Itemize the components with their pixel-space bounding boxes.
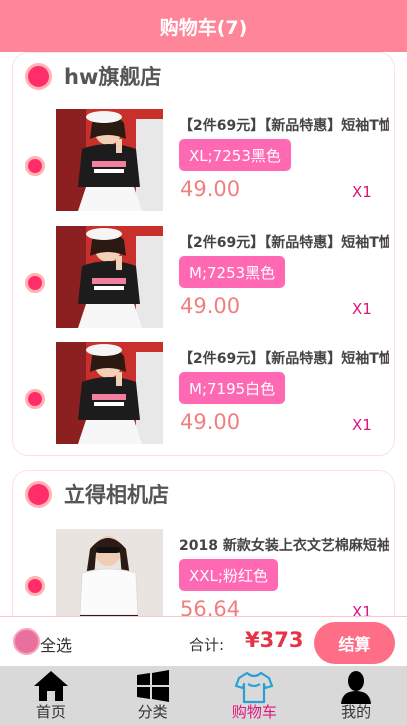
product-quantity: X1: [352, 300, 372, 318]
store-name: 立得相机店: [64, 483, 169, 507]
user-icon: [341, 671, 372, 704]
product-price: 49.00: [180, 294, 241, 318]
tab-label: 购物车: [231, 703, 277, 721]
shirt-icon: [235, 671, 274, 704]
cart-item[interactable]: 【2件69元】【新品特惠】短袖T恤女学生韩版 M;7253黑色 49.00 X1: [13, 226, 396, 334]
select-all-radio[interactable]: [13, 628, 40, 655]
product-price: 56.64: [180, 597, 241, 616]
product-quantity: X1: [352, 183, 372, 201]
tab-label: 我的: [341, 703, 372, 721]
cart-list[interactable]: hw旗舰店 【2件69元】【新品特惠】短袖T恤 XL;7253黑色 49.00 …: [0, 52, 407, 616]
total-label: 合计:: [189, 636, 225, 654]
tab-cart[interactable]: 购物车: [204, 666, 306, 725]
item-select-radio[interactable]: [25, 156, 45, 176]
tab-label: 分类: [137, 703, 168, 721]
store-card: 立得相机店 2018 新款女装上衣文艺棉麻短袖 XXL;粉红色 56.64 X1: [12, 470, 395, 616]
page-title: 购物车(7): [159, 16, 248, 39]
sku-badge[interactable]: M;7253黑色: [179, 256, 286, 288]
total-amount: ¥373: [245, 628, 304, 652]
checkout-button[interactable]: 结算: [314, 622, 395, 664]
product-image[interactable]: [56, 109, 163, 211]
store-card: hw旗舰店 【2件69元】【新品特惠】短袖T恤 XL;7253黑色 49.00 …: [12, 52, 395, 456]
home-icon: [33, 671, 68, 701]
product-image[interactable]: [56, 226, 163, 328]
item-select-radio[interactable]: [25, 273, 45, 293]
tab-mine[interactable]: 我的: [305, 666, 407, 725]
select-all-label[interactable]: 全选: [40, 632, 72, 656]
product-title[interactable]: 2018 新款女装上衣文艺棉麻短袖: [179, 535, 389, 555]
sku-badge[interactable]: M;7195白色: [179, 372, 286, 404]
store-header[interactable]: 立得相机店: [25, 477, 169, 511]
product-image[interactable]: [56, 529, 163, 616]
cart-item[interactable]: 【2件69元】【新品特惠】短袖T恤女学生韩版 XL;7253黑色 49.00 X…: [13, 109, 396, 217]
sku-badge[interactable]: XL;7253黑色: [179, 139, 291, 171]
tab-category[interactable]: 分类: [102, 666, 204, 725]
product-image[interactable]: [56, 342, 163, 444]
tab-home[interactable]: 首页: [0, 666, 102, 725]
product-quantity: X1: [352, 416, 372, 434]
tab-label: 首页: [35, 703, 66, 721]
store-select-radio[interactable]: [25, 62, 52, 90]
product-title[interactable]: 【2件69元】【新品特惠】短袖T恤女学生韩版: [179, 232, 389, 252]
product-price: 49.00: [180, 177, 241, 201]
store-name: hw旗舰店: [64, 65, 162, 89]
bottom-tab-bar: 首页 分类 购物车 我的: [0, 666, 407, 725]
windows-grid-icon: [136, 670, 169, 702]
cart-item[interactable]: 【2件69元】【新品特惠】短袖T恤女学生韩版 M;7195白色 49.00 X1: [13, 342, 396, 450]
page-header: 购物车(7): [0, 0, 407, 52]
product-quantity: X1: [352, 603, 372, 616]
product-title[interactable]: 【2件69元】【新品特惠】短袖T恤女学生韩版: [179, 115, 389, 135]
product-price: 49.00: [180, 410, 241, 434]
checkout-bar: 全选 合计: ¥373 结算: [0, 616, 407, 666]
store-select-radio[interactable]: [25, 480, 52, 508]
item-select-radio[interactable]: [25, 576, 45, 596]
product-title[interactable]: 【2件69元】【新品特惠】短袖T恤女学生韩版: [179, 348, 389, 368]
item-select-radio[interactable]: [25, 389, 45, 409]
store-header[interactable]: hw旗舰店: [25, 59, 161, 93]
cart-item[interactable]: 2018 新款女装上衣文艺棉麻短袖 XXL;粉红色 56.64 X1: [13, 529, 396, 616]
sku-badge[interactable]: XXL;粉红色: [179, 559, 278, 591]
